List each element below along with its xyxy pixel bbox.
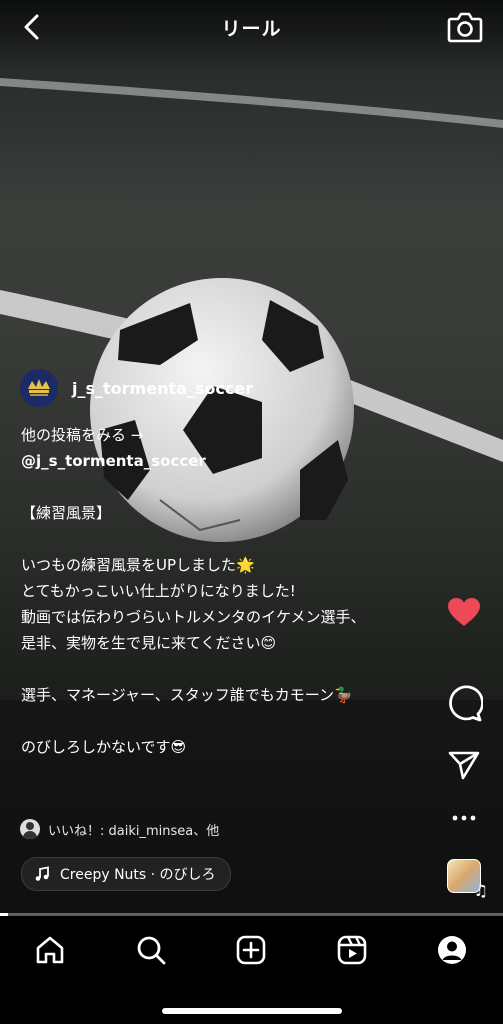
audio-thumbnail: ♫ xyxy=(447,859,488,900)
top-bar: リール xyxy=(0,0,503,56)
caption-line: 【練習風景】 xyxy=(21,504,112,522)
caption-spacer xyxy=(21,526,441,552)
music-label: Creepy Nuts · のびしろ xyxy=(60,867,216,883)
likes-summary[interactable]: いいね！: daiki_minsea、他 xyxy=(20,818,219,840)
like-button[interactable] xyxy=(440,592,488,632)
caption-spacer xyxy=(21,708,441,734)
home-icon xyxy=(36,936,64,964)
reels-icon xyxy=(337,935,367,965)
caption-line: 動画では伝わりづらいトルメンタのイケメン選手、 xyxy=(21,608,366,626)
music-note-icon: ♫ xyxy=(473,881,488,900)
tab-home[interactable] xyxy=(30,930,70,970)
bottom-tab-bar xyxy=(0,916,503,1024)
camera-icon[interactable] xyxy=(446,10,484,44)
music-note-icon xyxy=(35,866,49,881)
plus-square-icon xyxy=(236,935,266,965)
caption-line: 是非、実物を生で見に来てください😊 xyxy=(21,634,277,652)
team-logo-icon xyxy=(20,369,58,407)
comment-button[interactable] xyxy=(440,683,488,723)
paper-plane-icon xyxy=(448,751,480,780)
page-title: リール xyxy=(221,18,282,40)
caption-spacer xyxy=(21,656,441,682)
comment-icon xyxy=(449,685,483,722)
tab-reels[interactable] xyxy=(332,930,372,970)
more-icon xyxy=(452,815,476,821)
profile-icon xyxy=(438,936,466,964)
tab-profile[interactable] xyxy=(432,930,472,970)
search-icon xyxy=(137,936,166,965)
caption-more-link[interactable]: 他の投稿をみる → xyxy=(21,422,441,448)
username[interactable]: j_s_tormenta_soccer xyxy=(72,379,253,398)
caption-line: 選手、マネージャー、スタッフ誰でもカモーン🦆 xyxy=(21,686,353,704)
tab-search[interactable] xyxy=(131,930,171,970)
likes-text: いいね！: daiki_minsea、他 xyxy=(48,823,220,839)
caption-line: とてもかっこいい仕上がりになりました! xyxy=(21,582,296,600)
more-button[interactable] xyxy=(440,806,488,830)
music-chip[interactable]: Creepy Nuts · のびしろ xyxy=(21,857,231,891)
liker-avatar xyxy=(20,819,40,839)
post-caption[interactable]: 他の投稿をみる → @j_s_tormenta_soccer 【練習風景】 いつ… xyxy=(21,422,441,760)
post-author[interactable]: j_s_tormenta_soccer xyxy=(20,369,253,407)
share-button[interactable] xyxy=(440,745,488,785)
home-indicator xyxy=(162,1008,342,1014)
caption-spacer xyxy=(21,474,441,500)
caption-mention[interactable]: @j_s_tormenta_soccer xyxy=(21,448,441,474)
caption-line: いつもの練習風景をUPしました🌟 xyxy=(21,556,255,574)
reels-screen: リール j_s_tormenta_soccer 他の投稿をみる → @j_s_t… xyxy=(0,0,503,1024)
audio-button[interactable]: ♫ xyxy=(443,856,488,900)
caption-line: のびしろしかないです😎 xyxy=(21,738,187,756)
avatar[interactable] xyxy=(20,369,58,407)
heart-icon xyxy=(448,598,480,626)
tab-create[interactable] xyxy=(231,930,271,970)
